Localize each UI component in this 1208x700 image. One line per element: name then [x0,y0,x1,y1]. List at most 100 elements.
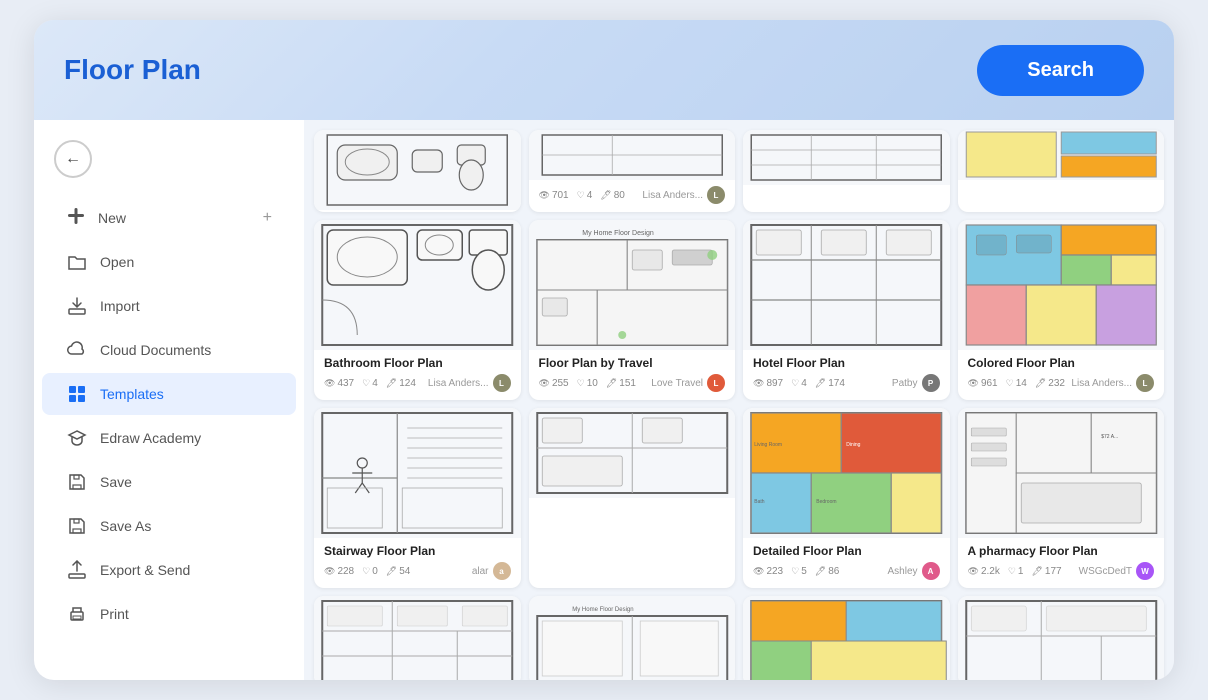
author-avatar: L [493,374,511,392]
card-info: Stairway Floor Plan 👁 228 ♡ 0 [314,538,521,588]
card-top2[interactable]: 👁 701 ♡ 4 🖊 80 [529,130,736,212]
search-button[interactable]: Search [977,45,1144,96]
card-meta: 👁 701 ♡ 4 🖊 80 [539,186,726,204]
author-avatar: L [707,186,725,204]
card-image: Living Room Dining Bath Bedroom [743,408,950,538]
likes-stat: ♡ 4 [791,378,807,389]
card-row4-col4[interactable] [958,596,1165,680]
card-title: Floor Plan by Travel [539,356,726,370]
heart-icon: ♡ [362,378,370,389]
card-stats: 👁 437 ♡ 4 🖊 124 [324,378,416,389]
card-author: Lisa Anders... L [1071,374,1154,392]
back-button[interactable]: ← [54,140,92,178]
card-image [529,130,736,180]
comment-icon: 🖊 [386,378,397,389]
new-plus-icon: + [263,209,272,227]
card-title: Colored Floor Plan [968,356,1155,370]
card-row4-col1[interactable] [314,596,521,680]
header: Floor Plan Search [34,20,1174,120]
sidebar-label-cloud: Cloud Documents [100,342,211,358]
likes-stat: ♡ 10 [577,378,598,389]
card-info: Bathroom Floor Plan 👁 437 ♡ 4 [314,350,521,400]
card-meta: 👁 255 ♡ 10 🖊 151 [539,374,726,392]
card-bathroom-partial[interactable] [314,130,521,212]
save-icon [66,471,88,493]
card-detailed[interactable]: Living Room Dining Bath Bedroom Detailed… [743,408,950,588]
card-title: Hotel Floor Plan [753,356,940,370]
content-area[interactable]: 👁 701 ♡ 4 🖊 80 [304,120,1174,680]
card-colored[interactable]: Colored Floor Plan 👁 961 ♡ 14 [958,220,1165,400]
card-colored-top[interactable] [958,130,1165,212]
card-bottom2[interactable] [529,408,736,588]
comments-stat: 🖊 54 [386,566,411,577]
card-row4-col2[interactable]: My Home Floor Design [529,596,736,680]
card-info: Hotel Floor Plan 👁 897 ♡ 4 [743,350,950,400]
svg-text:My Home Floor Design: My Home Floor Design [572,607,633,613]
sidebar-item-templates[interactable]: Templates [42,373,296,415]
card-info: 👁 701 ♡ 4 🖊 80 [529,180,736,212]
sidebar-item-academy[interactable]: Edraw Academy [42,417,296,459]
author-avatar: P [922,374,940,392]
card-image [743,130,950,185]
card-author: Patby P [892,374,940,392]
sidebar-label-academy: Edraw Academy [100,430,201,446]
sidebar-item-export[interactable]: Export & Send [42,549,296,591]
views-stat: 👁 961 [968,378,998,389]
views-stat: 👁 228 [324,566,354,577]
card-info: Colored Floor Plan 👁 961 ♡ 14 [958,350,1165,400]
open-icon [66,251,88,273]
svg-text:My Home Floor Design: My Home Floor Design [582,230,654,237]
card-author: Lisa Anders... L [428,374,511,392]
card-title: A pharmacy Floor Plan [968,544,1155,558]
card-image [314,596,521,680]
svg-text:Dining: Dining [846,442,860,448]
sidebar-item-print[interactable]: Print [42,593,296,635]
comments-stat: 🖊 80 [600,190,625,201]
card-author: Lisa Anders... L [642,186,725,204]
sidebar-item-save[interactable]: Save [42,461,296,503]
card-stats: 👁 2.2k ♡ 1 🖊 177 [968,566,1062,577]
card-info: Detailed Floor Plan 👁 223 ♡ 5 [743,538,950,588]
views-stat: 👁 255 [539,378,569,389]
templates-icon [66,383,88,405]
sidebar: ← New + Open [34,120,304,680]
card-bathroom[interactable]: Bathroom Floor Plan 👁 437 ♡ 4 [314,220,521,400]
comments-stat: 🖊 177 [1031,566,1061,577]
eye-icon: 👁 [539,378,550,389]
author-avatar: L [707,374,725,392]
views-stat: 👁 437 [324,378,354,389]
sidebar-item-open[interactable]: Open [42,241,296,283]
card-image [314,130,521,210]
sidebar-label-import: Import [100,298,140,314]
sidebar-item-import[interactable]: Import [42,285,296,327]
likes-stat: ♡ 14 [1006,378,1027,389]
card-meta: 👁 223 ♡ 5 🖊 86 [753,562,940,580]
sidebar-item-new[interactable]: New + [42,196,296,239]
card-stats: 👁 897 ♡ 4 🖊 174 [753,378,845,389]
card-title: Detailed Floor Plan [753,544,940,558]
svg-text:$72 A...: $72 A... [1101,434,1118,440]
card-myhome[interactable]: My Home Floor Design [529,220,736,400]
card-pharmacy[interactable]: $72 A... A pharmacy Floor Plan 👁 2.2k [958,408,1165,588]
views-stat: 👁 223 [753,566,783,577]
sidebar-label-saveas: Save As [100,518,151,534]
card-image [958,130,1165,180]
card-stats: 👁 701 ♡ 4 🖊 80 [539,190,625,201]
card-author: WSGcDedT W [1079,562,1154,580]
new-icon [66,206,86,229]
sidebar-item-cloud[interactable]: Cloud Documents [42,329,296,371]
views-stat: 👁 897 [753,378,783,389]
sidebar-label-export: Export & Send [100,562,190,578]
card-row4-col3[interactable] [743,596,950,680]
export-icon [66,559,88,581]
card-info: Floor Plan by Travel 👁 255 ♡ 10 [529,350,736,400]
card-image [314,408,521,538]
card-hotel-top[interactable] [743,130,950,212]
svg-text:Living Room: Living Room [754,442,782,448]
sidebar-item-saveas[interactable]: Save As [42,505,296,547]
card-stairway[interactable]: Stairway Floor Plan 👁 228 ♡ 0 [314,408,521,588]
card-image [958,220,1165,350]
card-hotel[interactable]: Hotel Floor Plan 👁 897 ♡ 4 [743,220,950,400]
card-meta: 👁 437 ♡ 4 🖊 124 [324,374,511,392]
template-grid: 👁 701 ♡ 4 🖊 80 [314,130,1164,680]
